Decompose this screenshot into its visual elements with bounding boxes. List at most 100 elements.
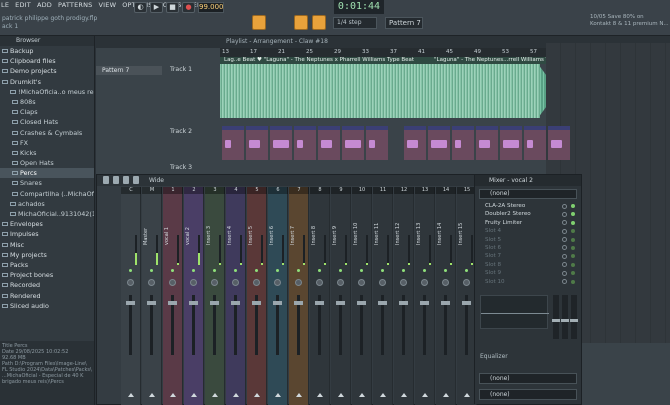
fader-cap[interactable] xyxy=(273,301,282,305)
slot-enable-led[interactable] xyxy=(571,279,575,284)
track-1-label[interactable]: Track 1 xyxy=(170,66,220,73)
volume-fader[interactable] xyxy=(252,295,261,355)
eq-band-3-slider[interactable] xyxy=(570,295,578,339)
fader-cap[interactable] xyxy=(462,301,471,305)
fader-cap[interactable] xyxy=(357,301,366,305)
browser-item[interactable]: achados xyxy=(0,199,94,209)
pattern-clip[interactable] xyxy=(270,126,292,160)
effect-slot[interactable]: Slot 8 xyxy=(475,261,581,269)
mixer-strip[interactable]: M Master xyxy=(142,187,162,405)
pattern-clip[interactable] xyxy=(246,126,268,160)
pan-knob[interactable] xyxy=(274,279,281,286)
browser-item[interactable]: Percs xyxy=(0,168,94,179)
pan-knob[interactable] xyxy=(442,279,449,286)
mute-led[interactable] xyxy=(297,269,300,272)
mute-led[interactable] xyxy=(213,269,216,272)
fader-cap[interactable] xyxy=(252,301,261,305)
audio-output-select[interactable]: (none) xyxy=(479,373,577,384)
mute-led[interactable] xyxy=(360,269,363,272)
mute-led[interactable] xyxy=(234,269,237,272)
mixer-download-icon[interactable] xyxy=(123,176,129,184)
browser-item[interactable]: MichaOficial..9131042(1-001 xyxy=(0,209,94,219)
step-edit-icon[interactable] xyxy=(312,15,326,30)
snap-select[interactable]: 1/4 step xyxy=(333,17,377,29)
fader-cap[interactable] xyxy=(441,301,450,305)
pattern-clip[interactable] xyxy=(452,126,474,160)
pan-knob[interactable] xyxy=(127,279,134,286)
audio-input-select[interactable]: (none) xyxy=(479,189,577,199)
mixer-strip[interactable]: C xyxy=(121,187,141,405)
mix-knob-icon[interactable] xyxy=(562,245,567,251)
pan-knob[interactable] xyxy=(169,279,176,286)
volume-fader[interactable] xyxy=(231,295,240,355)
slot-enable-led[interactable] xyxy=(571,204,575,208)
mixer-menu-icon[interactable] xyxy=(103,176,109,184)
slot-enable-led[interactable] xyxy=(571,245,575,250)
volume-fader[interactable] xyxy=(420,295,429,355)
pattern-clip[interactable] xyxy=(428,126,450,160)
equalizer-graph[interactable] xyxy=(480,295,549,329)
pan-knob[interactable] xyxy=(232,279,239,286)
mute-led[interactable] xyxy=(339,269,342,272)
fader-cap[interactable] xyxy=(189,301,198,305)
send-arrow-icon[interactable] xyxy=(233,393,239,397)
browser-item[interactable]: Clipboard files xyxy=(0,56,94,66)
mixer-strip[interactable]: 4 Insert 4 xyxy=(226,187,246,405)
pan-knob[interactable] xyxy=(295,279,302,286)
fader-cap[interactable] xyxy=(315,301,324,305)
send-arrow-icon[interactable] xyxy=(317,393,323,397)
mute-led[interactable] xyxy=(192,269,195,272)
song-time-display[interactable]: 0:01:44 xyxy=(334,0,384,14)
send-arrow-icon[interactable] xyxy=(380,393,386,397)
browser-item[interactable]: Drumkit's xyxy=(0,77,94,87)
browser-item[interactable]: Backup xyxy=(0,46,94,56)
menu-item[interactable]: EDIT xyxy=(14,1,32,11)
metronome-icon[interactable] xyxy=(252,15,266,30)
slot-enable-led[interactable] xyxy=(571,220,575,225)
menu-item[interactable]: LE xyxy=(0,1,10,11)
browser-item[interactable]: Crashes & Cymbals xyxy=(0,128,94,138)
mute-led[interactable] xyxy=(171,269,174,272)
volume-fader[interactable] xyxy=(210,295,219,355)
pattern-song-toggle[interactable]: ◐ xyxy=(134,1,147,13)
send-arrow-icon[interactable] xyxy=(359,393,365,397)
send-arrow-icon[interactable] xyxy=(191,393,197,397)
mixer-strip[interactable]: 7 Insert 7 xyxy=(289,187,309,405)
pan-knob[interactable] xyxy=(337,279,344,286)
browser-item[interactable]: Snares xyxy=(0,178,94,188)
browser-item[interactable]: Closed Hats xyxy=(0,117,94,127)
send-arrow-icon[interactable] xyxy=(149,393,155,397)
mute-led[interactable] xyxy=(276,269,279,272)
effect-slot[interactable]: Slot 10 xyxy=(475,278,581,286)
pattern-clip[interactable] xyxy=(222,126,244,160)
send-arrow-icon[interactable] xyxy=(128,393,134,397)
send-arrow-icon[interactable] xyxy=(443,393,449,397)
mute-led[interactable] xyxy=(255,269,258,272)
effect-slot[interactable]: Doubler2 Stereo xyxy=(475,210,581,218)
mix-knob-icon[interactable] xyxy=(562,220,567,226)
mix-knob-icon[interactable] xyxy=(562,228,567,234)
pattern-picker-item[interactable]: Pattern 7 xyxy=(96,66,162,75)
mix-knob-icon[interactable] xyxy=(562,279,567,285)
pan-knob[interactable] xyxy=(190,279,197,286)
pan-knob[interactable] xyxy=(358,279,365,286)
volume-fader[interactable] xyxy=(126,295,135,355)
fader-cap[interactable] xyxy=(420,301,429,305)
eq-band-1-slider[interactable] xyxy=(552,295,560,339)
mixer-strip[interactable]: 10 Insert 10 xyxy=(352,187,372,405)
audio-clip-waveform[interactable] xyxy=(220,64,540,118)
mute-led[interactable] xyxy=(423,269,426,272)
volume-fader[interactable] xyxy=(336,295,345,355)
fader-cap[interactable] xyxy=(294,301,303,305)
track-2-label[interactable]: Track 2 xyxy=(170,128,220,135)
mute-led[interactable] xyxy=(129,269,132,272)
browser-item[interactable]: !MichaOficia..o meus reis) xyxy=(0,87,94,97)
browser-item[interactable]: Sliced audio xyxy=(0,301,94,311)
pan-knob[interactable] xyxy=(421,279,428,286)
browser-item[interactable]: My projects xyxy=(0,250,94,260)
mixer-strip[interactable]: 8 Insert 8 xyxy=(310,187,330,405)
pan-knob[interactable] xyxy=(253,279,260,286)
browser-item[interactable]: Envelopes xyxy=(0,219,94,229)
effect-slot[interactable]: Slot 4 xyxy=(475,227,581,235)
volume-fader[interactable] xyxy=(273,295,282,355)
